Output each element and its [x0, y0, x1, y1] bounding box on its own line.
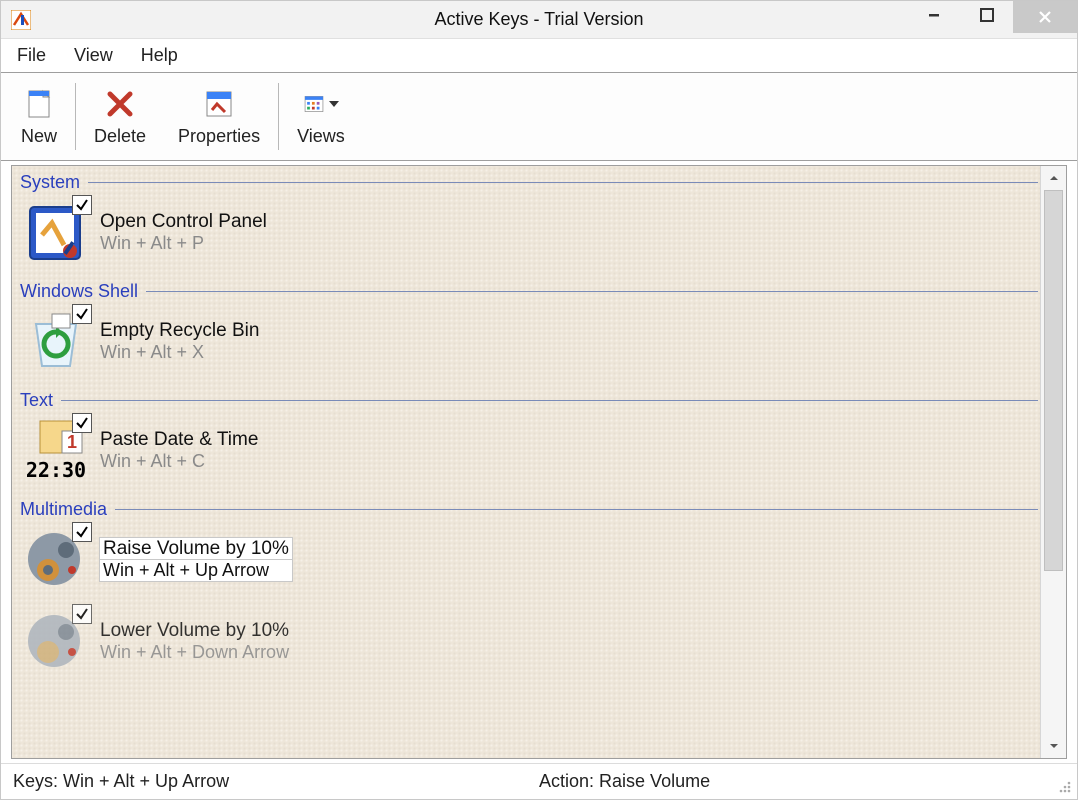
scroll-thumb[interactable] — [1044, 190, 1063, 571]
status-bar: Keys: Win + Alt + Up Arrow Action: Raise… — [1, 763, 1077, 799]
group-label: Multimedia — [20, 499, 107, 520]
properties-button[interactable]: Properties — [162, 73, 276, 160]
item-title: Lower Volume by 10% — [100, 620, 289, 642]
toolbar-separator — [75, 83, 76, 150]
new-file-icon — [21, 86, 57, 122]
toolbar: New Delete Properties Views — [1, 73, 1077, 161]
group-header-windows-shell[interactable]: Windows Shell — [16, 275, 1040, 302]
resize-grip[interactable] — [1057, 779, 1073, 795]
group-header-system[interactable]: System — [16, 166, 1040, 193]
status-action: Action: Raise Volume — [539, 771, 710, 792]
delete-icon — [102, 86, 138, 122]
recycle-bin-icon — [22, 306, 90, 376]
list-item[interactable]: Lower Volume by 10% Win + Alt + Down Arr… — [16, 602, 1040, 684]
scroll-down-button[interactable] — [1041, 734, 1066, 758]
new-button[interactable]: New — [5, 73, 73, 160]
chevron-down-icon — [329, 101, 339, 107]
properties-label: Properties — [178, 126, 260, 147]
menu-bar: File View Help — [1, 39, 1077, 73]
close-button[interactable] — [1013, 1, 1077, 33]
menu-file[interactable]: File — [5, 41, 58, 70]
item-enabled-checkbox[interactable] — [72, 522, 92, 542]
item-hotkey: Win + Alt + Up Arrow — [100, 560, 292, 581]
scroll-up-button[interactable] — [1041, 166, 1066, 190]
speaker-up-icon — [22, 524, 90, 594]
title-bar: Active Keys - Trial Version — [1, 1, 1077, 39]
item-enabled-checkbox[interactable] — [72, 604, 92, 624]
vertical-scrollbar[interactable] — [1040, 166, 1066, 758]
minimize-button[interactable] — [909, 1, 961, 29]
item-enabled-checkbox[interactable] — [72, 413, 92, 433]
new-label: New — [21, 126, 57, 147]
svg-text:22:30: 22:30 — [26, 458, 86, 482]
app-icon — [11, 10, 31, 30]
item-title: Open Control Panel — [100, 211, 267, 233]
item-title: Empty Recycle Bin — [100, 320, 259, 342]
status-keys: Keys: Win + Alt + Up Arrow — [13, 771, 539, 792]
maximize-button[interactable] — [961, 1, 1013, 29]
list-item[interactable]: Empty Recycle Bin Win + Alt + X — [16, 302, 1040, 384]
group-label: System — [20, 172, 80, 193]
group-header-text[interactable]: Text — [16, 384, 1040, 411]
speaker-down-icon — [22, 606, 90, 676]
list-item[interactable]: 1 22:30 Paste Date & Time Win + Alt + C — [16, 411, 1040, 493]
list-item[interactable]: Open Control Panel Win + Alt + P — [16, 193, 1040, 275]
item-hotkey: Win + Alt + X — [100, 342, 259, 363]
item-hotkey: Win + Alt + C — [100, 451, 258, 472]
item-hotkey: Win + Alt + Down Arrow — [100, 642, 289, 663]
group-label: Text — [20, 390, 53, 411]
group-rule — [88, 182, 1038, 183]
views-button[interactable]: Views — [281, 73, 361, 160]
menu-view[interactable]: View — [62, 41, 125, 70]
group-rule — [146, 291, 1038, 292]
views-label: Views — [297, 126, 345, 147]
delete-label: Delete — [94, 126, 146, 147]
toolbar-separator — [278, 83, 279, 150]
group-header-multimedia[interactable]: Multimedia — [16, 493, 1040, 520]
shortcut-list[interactable]: System Open Control Panel Win + Alt + P … — [12, 166, 1040, 758]
item-hotkey: Win + Alt + P — [100, 233, 267, 254]
control-panel-icon — [22, 197, 90, 267]
menu-help[interactable]: Help — [129, 41, 190, 70]
scroll-track[interactable] — [1041, 190, 1066, 734]
svg-text:1: 1 — [67, 432, 77, 452]
item-title: Paste Date & Time — [100, 429, 258, 451]
list-item[interactable]: Raise Volume by 10% Win + Alt + Up Arrow — [16, 520, 1040, 602]
item-enabled-checkbox[interactable] — [72, 304, 92, 324]
date-time-icon: 1 22:30 — [22, 415, 90, 485]
views-icon — [303, 86, 339, 122]
delete-button[interactable]: Delete — [78, 73, 162, 160]
item-title: Raise Volume by 10% — [100, 538, 292, 560]
group-label: Windows Shell — [20, 281, 138, 302]
properties-icon — [201, 86, 237, 122]
group-rule — [115, 509, 1038, 510]
group-rule — [61, 400, 1038, 401]
shortcut-list-frame: System Open Control Panel Win + Alt + P … — [11, 165, 1067, 759]
item-enabled-checkbox[interactable] — [72, 195, 92, 215]
